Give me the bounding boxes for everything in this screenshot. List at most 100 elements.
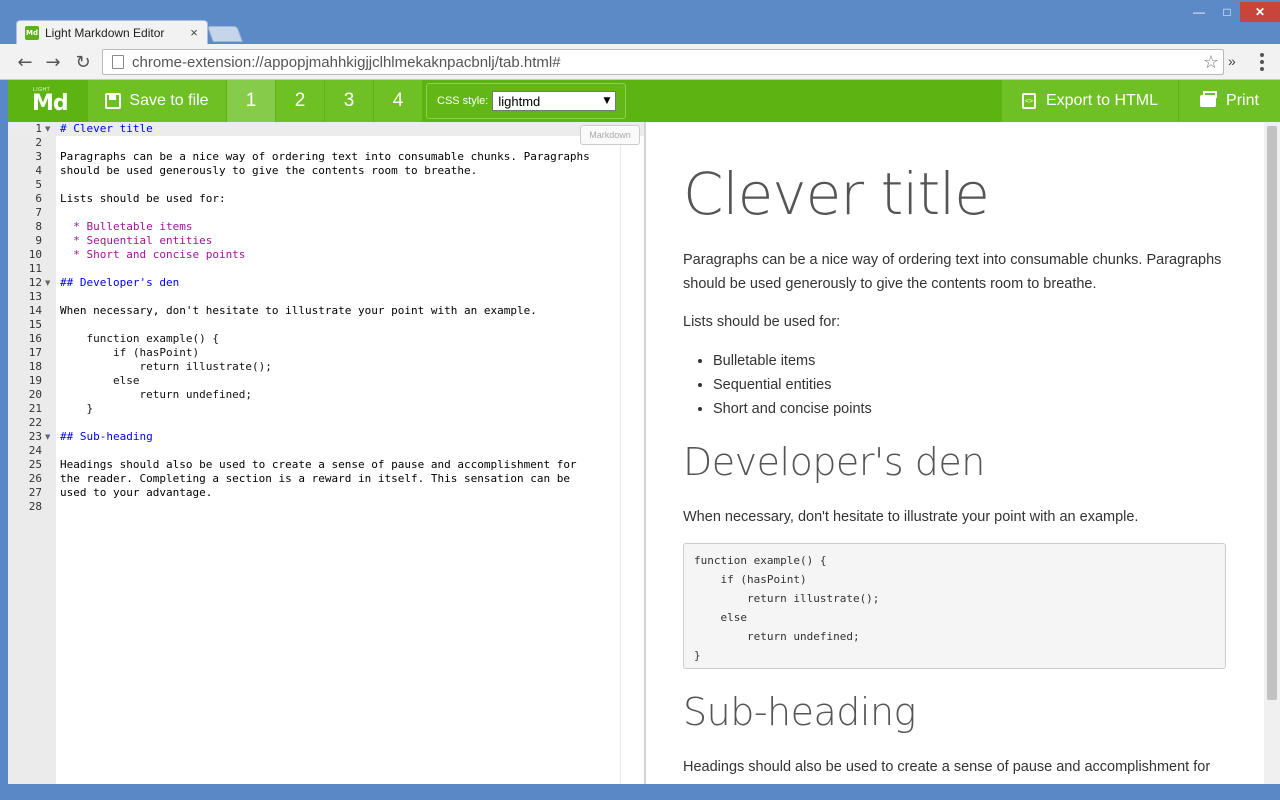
- line-number: 24: [28, 444, 42, 457]
- editor-line[interactable]: 10 * Short and concise points: [8, 248, 644, 262]
- editor-line[interactable]: 14 When necessary, don't hesitate to illu…: [8, 304, 644, 318]
- extensions-overflow-icon[interactable]: »: [1228, 53, 1236, 69]
- editor-line[interactable]: 26 the reader. Completing a section is a …: [8, 472, 644, 486]
- css-style-group: CSS style: lightmd ▼: [426, 83, 626, 119]
- printer-icon: [1200, 91, 1218, 107]
- line-number: 27: [28, 486, 42, 499]
- scrollbar-thumb[interactable]: [1267, 126, 1277, 700]
- line-number: 8: [35, 220, 42, 233]
- line-number: 26: [28, 472, 42, 485]
- editor-line[interactable]: 6 Lists should be used for:: [8, 192, 644, 206]
- window-bottom-border: [0, 784, 1280, 800]
- editor-line[interactable]: 15: [8, 318, 644, 332]
- fold-arrow-icon[interactable]: ▼: [45, 122, 50, 136]
- url-text[interactable]: chrome-extension://appopjmahhkigjjclhlme…: [132, 54, 1199, 71]
- editor-line[interactable]: 22: [8, 416, 644, 430]
- editor-line[interactable]: 27 used to your advantage.: [8, 486, 644, 500]
- editor-line[interactable]: 17 if (hasPoint): [8, 346, 644, 360]
- export-to-html-button[interactable]: <> Export to HTML: [1002, 80, 1178, 122]
- line-number: 18: [28, 360, 42, 373]
- save-to-file-button[interactable]: Save to file: [88, 80, 226, 122]
- close-window-button[interactable]: ✕: [1240, 2, 1280, 22]
- browser-tab[interactable]: Md Light Markdown Editor ×: [16, 20, 208, 44]
- line-number: 1: [35, 122, 42, 135]
- preview-heading-2: Developer's den: [683, 440, 985, 484]
- reload-icon[interactable]: ↻: [72, 51, 94, 73]
- preview-paragraph: Paragraphs can be a nice way of ordering…: [683, 252, 1222, 292]
- css-style-label: CSS style:: [437, 95, 489, 107]
- preview-scrollbar[interactable]: [1264, 122, 1280, 784]
- line-number: 3: [35, 150, 42, 163]
- editor-line[interactable]: 21 }: [8, 402, 644, 416]
- list-item: Bulletable items: [713, 349, 1243, 373]
- logo-md-text: Md: [32, 91, 69, 116]
- markdown-editor[interactable]: 1 ▼ # Clever title 2 3 Paragraphs can be a ni…: [8, 122, 644, 784]
- document-tab-1[interactable]: 1: [227, 80, 275, 122]
- editor-line[interactable]: 19 else: [8, 374, 644, 388]
- line-number: 6: [35, 192, 42, 205]
- minimize-button[interactable]: —: [1186, 2, 1212, 22]
- editor-line[interactable]: 20 return undefined;: [8, 388, 644, 402]
- tab-close-icon[interactable]: ×: [185, 25, 203, 40]
- editor-line[interactable]: 12 ▼ ## Developer's den: [8, 276, 644, 290]
- list-item: Short and concise points: [713, 397, 1243, 421]
- editor-line[interactable]: 11: [8, 262, 644, 276]
- line-number: 25: [28, 458, 42, 471]
- editor-line[interactable]: 2: [8, 136, 644, 150]
- maximize-button[interactable]: □: [1214, 2, 1240, 22]
- line-number: 13: [28, 290, 42, 303]
- editor-line[interactable]: 16 function example() {: [8, 332, 644, 346]
- tab-title: Light Markdown Editor: [45, 25, 165, 40]
- preview-paragraph: Lists should be used for:: [683, 314, 841, 330]
- address-bar[interactable]: chrome-extension://appopjmahhkigjjclhlme…: [102, 49, 1224, 75]
- back-arrow-icon[interactable]: ←: [14, 51, 36, 73]
- line-text: return illustrate();: [60, 360, 272, 373]
- line-text: ## Developer's den: [60, 276, 180, 289]
- editor-line[interactable]: 18 return illustrate();: [8, 360, 644, 374]
- editor-lines[interactable]: 1 ▼ # Clever title 2 3 Paragraphs can be a ni…: [8, 122, 644, 514]
- window-titlebar: Md Light Markdown Editor × — □ ✕: [0, 0, 1280, 44]
- fold-arrow-icon[interactable]: ▼: [45, 276, 50, 290]
- editor-line[interactable]: 13: [8, 290, 644, 304]
- app-toolbar: LIGHT Md Save to file 1 2 3 4 CSS style:…: [8, 80, 1280, 122]
- line-text: }: [60, 402, 94, 415]
- line-number: 10: [28, 248, 42, 261]
- browser-toolbar: ← → ↻ chrome-extension://appopjmahhkigjj…: [0, 44, 1280, 80]
- line-number: 14: [28, 304, 42, 317]
- preview-code-block: function example() { if (hasPoint) retur…: [683, 543, 1226, 669]
- fold-arrow-icon[interactable]: ▼: [45, 430, 50, 444]
- editor-line[interactable]: 24: [8, 444, 644, 458]
- line-text: When necessary, don't hesitate to illust…: [60, 304, 537, 317]
- editor-line[interactable]: 25 Headings should also be used to create…: [8, 458, 644, 472]
- forward-arrow-icon[interactable]: →: [42, 51, 64, 73]
- editor-line[interactable]: 5: [8, 178, 644, 192]
- editor-line[interactable]: 8 * Bulletable items: [8, 220, 644, 234]
- list-item: Sequential entities: [713, 373, 1243, 397]
- page-icon: [112, 55, 124, 69]
- editor-line[interactable]: 28: [8, 500, 644, 514]
- editor-line[interactable]: 7: [8, 206, 644, 220]
- line-text: Lists should be used for:: [60, 192, 226, 205]
- editor-line[interactable]: 4 should be used generously to give the c…: [8, 164, 644, 178]
- print-button[interactable]: Print: [1179, 80, 1280, 122]
- editor-line[interactable]: 23 ▼ ## Sub-heading: [8, 430, 644, 444]
- css-style-select[interactable]: lightmd ▼: [492, 91, 617, 111]
- dropdown-arrow-icon: ▼: [603, 96, 611, 106]
- save-label: Save to file: [129, 92, 209, 109]
- document-tab-4[interactable]: 4: [374, 80, 422, 122]
- line-number: 23: [28, 430, 42, 443]
- editor-line[interactable]: 1 ▼ # Clever title: [8, 122, 644, 136]
- new-tab-button[interactable]: [207, 26, 243, 42]
- line-number: 28: [28, 500, 42, 513]
- line-number: 20: [28, 388, 42, 401]
- line-text: used to your advantage.: [60, 486, 213, 499]
- editor-line[interactable]: 9 * Sequential entities: [8, 234, 644, 248]
- export-label: Export to HTML: [1045, 92, 1159, 109]
- document-tab-2[interactable]: 2: [276, 80, 324, 122]
- browser-menu-icon[interactable]: [1254, 52, 1270, 72]
- line-number: 17: [28, 346, 42, 359]
- bookmark-star-icon[interactable]: ☆: [1199, 52, 1223, 73]
- editor-line[interactable]: 3 Paragraphs can be a nice way of orderin…: [8, 150, 644, 164]
- document-tab-3[interactable]: 3: [325, 80, 373, 122]
- line-text: if (hasPoint): [60, 346, 200, 359]
